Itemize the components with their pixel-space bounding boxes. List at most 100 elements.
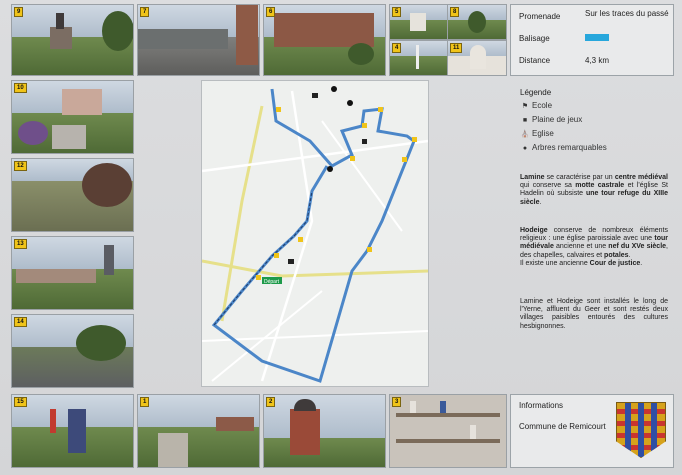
village-houses	[16, 269, 96, 283]
school-marker	[362, 139, 367, 144]
distance-label: Distance	[519, 56, 551, 65]
ground	[390, 56, 448, 75]
waypoint-3	[298, 237, 303, 242]
church-building	[50, 27, 72, 49]
tree	[102, 11, 133, 51]
church-marker	[312, 93, 318, 98]
text: Il existe une ancienne	[520, 259, 590, 267]
photo-13: 13	[11, 236, 134, 310]
map-drawing: Départ	[202, 86, 428, 383]
potale	[470, 45, 486, 69]
photo-1: 1	[137, 394, 260, 468]
waypoint-4	[367, 247, 372, 252]
legend-title: Légende	[520, 88, 552, 97]
photo-15: 15	[11, 394, 134, 468]
tree-marker	[327, 166, 333, 172]
text: ancienne et une	[553, 243, 609, 251]
photo-11: 11	[447, 40, 507, 76]
information-board: 9 7 6 5 8 4 11 10 12 13 14 15 1 2 3 Dépa…	[0, 0, 682, 475]
statues-shelf	[396, 413, 500, 417]
building	[138, 29, 228, 49]
description-paragraph-1: Lamine se caractérise par un centre médi…	[520, 174, 668, 207]
photo-number: 3	[392, 397, 402, 407]
photo-10: 10	[11, 80, 134, 154]
photo-6: 6	[263, 4, 386, 76]
path	[158, 433, 188, 467]
photo-number: 4	[392, 43, 402, 53]
photo-9: 9	[11, 4, 134, 76]
photo-number: 7	[140, 7, 150, 17]
photo-3: 3	[389, 394, 507, 468]
statues-shelf	[396, 439, 500, 443]
promenade-value: Sur les traces du passé	[585, 9, 669, 18]
waypoint-6	[350, 156, 355, 161]
shield-pale	[638, 403, 644, 457]
info-title: Informations	[519, 401, 564, 410]
ground	[138, 427, 259, 467]
calvary-cross	[416, 45, 419, 69]
tree-icon: ●	[522, 145, 528, 152]
statue	[440, 401, 446, 413]
waypoint-5	[378, 107, 383, 112]
tree-marker	[347, 100, 353, 106]
balisage-label: Balisage	[519, 34, 550, 43]
text-strong: Hodeige	[520, 227, 548, 234]
waypoint-1	[256, 275, 261, 280]
statue	[470, 425, 476, 439]
chapel	[290, 409, 320, 455]
legend-label: Arbres remarquables	[532, 143, 607, 152]
house	[62, 89, 102, 115]
photo-number: 10	[14, 83, 27, 93]
text-strong: potales	[604, 251, 629, 259]
church-marker	[288, 259, 294, 264]
text: se caractérise par un	[544, 174, 615, 181]
hedge	[348, 43, 374, 65]
square-icon: ■	[522, 117, 528, 124]
photo-12: 12	[11, 158, 134, 232]
tree	[76, 325, 126, 361]
text: .	[539, 198, 542, 206]
road	[321, 120, 403, 232]
legend-label: Plaine de jeux	[532, 115, 583, 124]
legend-item-eglise: ⛪ Eglise	[520, 129, 554, 138]
brick-wall	[236, 5, 258, 65]
legend-item-ecole: ⚑ Ecole	[520, 101, 552, 110]
waypoint-2	[274, 253, 279, 258]
photo-5: 5	[389, 4, 449, 40]
text: .	[628, 251, 631, 259]
legend-item-plaine: ■ Plaine de jeux	[520, 115, 582, 124]
yellow-road	[202, 259, 428, 278]
text: qui conserve sa	[520, 182, 576, 190]
description-paragraph-3: Lamine et Hodeige sont installés le long…	[520, 298, 668, 330]
sky	[12, 237, 133, 270]
waypoint-8	[412, 137, 417, 142]
church-spire	[104, 245, 114, 275]
flag-icon: ⚑	[521, 103, 529, 110]
photo-number: 14	[14, 317, 27, 327]
route-map: Départ	[201, 80, 429, 387]
legend-item-arbres: ● Arbres remarquables	[520, 143, 607, 152]
legend-label: Ecole	[532, 101, 553, 110]
text-strong: motte castrale	[575, 182, 625, 190]
chapel-roof	[294, 399, 316, 411]
brick-building	[274, 13, 374, 47]
text: .	[640, 259, 643, 267]
photo-14: 14	[11, 314, 134, 388]
shrub	[82, 163, 132, 207]
monument	[68, 409, 86, 453]
tree-marker	[331, 86, 337, 92]
photo-number: 13	[14, 239, 27, 249]
photo-number: 9	[14, 7, 24, 17]
waypoint-7	[276, 107, 281, 112]
photo-7: 7	[137, 4, 260, 76]
start-label: Départ	[264, 279, 280, 285]
road	[202, 330, 428, 342]
photo-number: 15	[14, 397, 27, 407]
balisage-swatch	[585, 34, 609, 41]
text-strong: nef du XVe siècle	[608, 243, 667, 251]
photo-8: 8	[447, 4, 507, 40]
waypoint-10	[362, 123, 367, 128]
flowers	[18, 121, 48, 145]
text-strong: centre médiéval	[614, 174, 668, 181]
church-spire	[56, 13, 64, 29]
